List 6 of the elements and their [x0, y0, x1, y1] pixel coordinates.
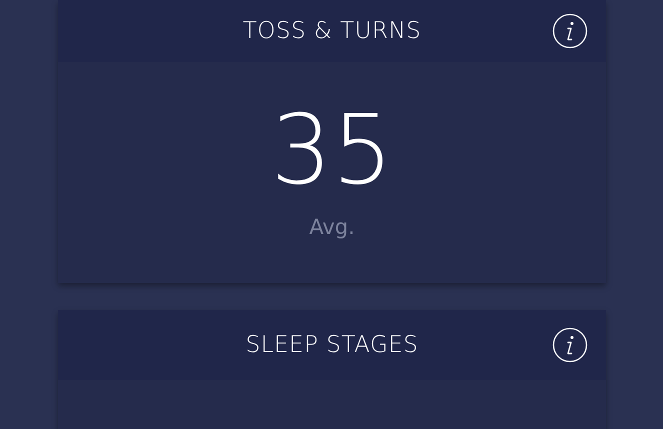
- card-title: SLEEP STAGES: [246, 330, 418, 360]
- info-icon[interactable]: [552, 327, 588, 363]
- info-icon[interactable]: [552, 13, 588, 49]
- card-title: TOSS & TURNS: [242, 16, 422, 46]
- average-label: Avg.: [309, 214, 355, 241]
- average-value: 35: [270, 102, 394, 198]
